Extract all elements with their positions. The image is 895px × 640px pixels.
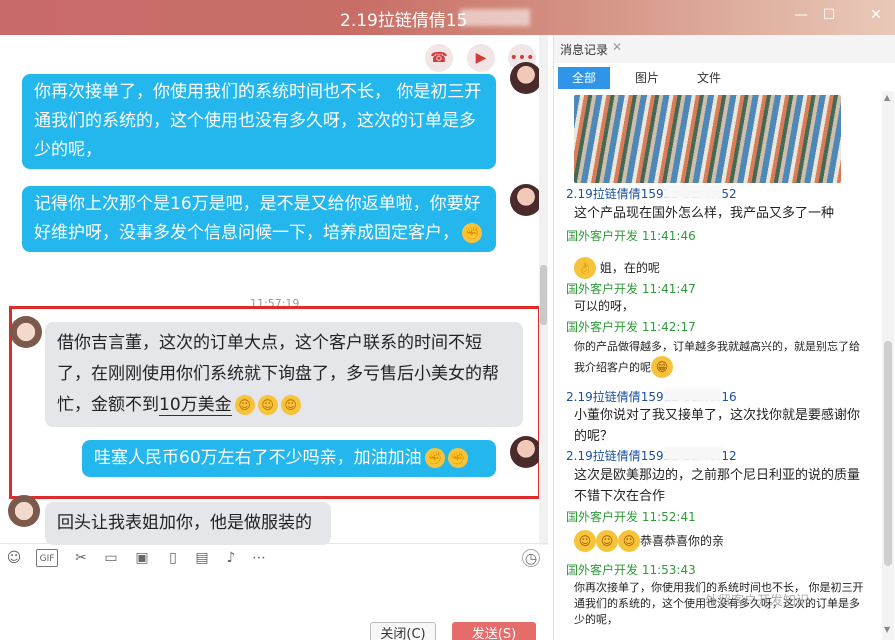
watermark: 外贸客户开发知识 (705, 594, 810, 609)
chat-scrollbar[interactable] (539, 35, 548, 545)
message-bubble: 回头让我表姐加你，他是做服装的 (45, 502, 331, 545)
message-bubble: 记得你上次那个是16万是吧，是不是又给你返单啦，你要好好维护呀，没事多发个信息问… (22, 186, 496, 252)
message-text: 借你吉言董，这次的订单大点，这个客户联系的时间不短了，在刚刚使用你们系统就下询盘… (57, 333, 499, 415)
scroll-down-icon[interactable]: ▼ (884, 625, 890, 634)
maximize-icon[interactable]: ☐ (818, 4, 840, 26)
folder-icon[interactable]: ▭ (102, 549, 120, 567)
scroll-thumb[interactable] (540, 265, 547, 325)
close-panel-icon[interactable]: ✕ (612, 40, 622, 54)
smile-emoji-icon: ☺ (234, 395, 255, 415)
video-call-icon[interactable]: ▶ (467, 44, 495, 72)
avatar[interactable] (510, 62, 542, 94)
smile-emoji-icon: ☺ (257, 395, 278, 415)
history-message: ☺ ☺ ☺ 恭喜恭喜你的亲 (574, 530, 869, 552)
history-message: 你的产品做得越多，订单越多我就越高兴的，就是别忘了给我介绍客户的呢 😁 (574, 337, 869, 378)
minimize-icon[interactable]: — (790, 4, 812, 26)
tab-images[interactable]: 图片 (626, 67, 668, 89)
message-bubble: 借你吉言董，这次的订单大点，这个客户联系的时间不短了，在刚刚使用你们系统就下询盘… (45, 322, 523, 427)
gif-icon[interactable]: GIF (36, 549, 58, 567)
history-sender: 2.19拉链倩倩15922 11:48:12 (566, 447, 737, 464)
shake-icon[interactable]: ▯ (164, 549, 182, 567)
history-scrollbar[interactable]: ▲ ▼ (882, 91, 894, 640)
grin-emoji-icon: 😁 (651, 356, 673, 378)
avatar[interactable] (8, 495, 40, 527)
close-icon[interactable]: ✕ (865, 4, 887, 26)
avatar[interactable] (510, 436, 542, 468)
history-tabs: 全部 图片 文件 (554, 65, 895, 91)
window-title: 2.19拉链倩倩15 (340, 11, 468, 31)
emoji-icon[interactable]: ☺ (5, 549, 23, 567)
music-icon[interactable]: ♪ (222, 549, 240, 567)
history-sender: 国外客户开发 11:53:43 (566, 563, 696, 577)
history-sender: 2.19拉链倩倩15922 11:40:52 (566, 185, 737, 202)
shared-image[interactable] (574, 95, 841, 183)
smile-emoji-icon: ☺ (280, 395, 301, 415)
history-message: 👌 姐，在的呢 (574, 257, 869, 279)
history-sender: 2.19拉链倩倩15912 11:43:16 (566, 388, 737, 405)
more-icon[interactable]: ⋯ (250, 549, 268, 567)
cheer-emoji-icon: ☺ (596, 530, 618, 552)
history-message: 可以的呀， (574, 299, 635, 313)
fist-emoji-icon: ✊ (424, 448, 445, 468)
close-button[interactable]: 关闭(C) (370, 622, 436, 640)
history-sender: 国外客户开发 11:41:47 (566, 282, 696, 296)
calendar-icon[interactable]: ▤ (193, 549, 211, 567)
fist-emoji-icon: ✊ (447, 448, 468, 468)
underlined-amount: 10万美金 (159, 395, 232, 416)
history-message: 这个产品现在国外怎么样，我产品又多了一种 (574, 206, 835, 221)
history-message: 这次是欧美那边的，之前那个尼日利亚的说的质量不错下次在合作 (574, 468, 861, 504)
image-icon[interactable]: ▣ (133, 549, 151, 567)
message-text: 哇塞人民币60万左右了不少吗亲，加油加油 (94, 448, 422, 468)
panel-title: 消息记录 (560, 43, 609, 57)
fist-emoji-icon: ✊ (462, 223, 482, 243)
send-button[interactable]: 发送(S) (452, 622, 536, 640)
ok-hand-emoji-icon: 👌 (574, 257, 596, 279)
message-bubble: 你再次接单了，你使用我们的系统时间也不长， 你是初三开通我们的系统的，这个使用也… (22, 74, 496, 169)
history-clock-icon[interactable]: ◷ (522, 549, 540, 567)
scroll-thumb[interactable] (884, 341, 892, 566)
history-message: 小董你说对了我又接单了，这次找你就是要感谢你的呢？ (574, 408, 861, 444)
history-sender: 国外客户开发 11:41:46 (566, 229, 696, 243)
history-sender: 国外客户开发 11:42:17 (566, 320, 696, 334)
tab-all[interactable]: 全部 (558, 67, 610, 89)
message-text: 记得你上次那个是16万是吧，是不是又给你返单啦，你要好好维护呀，没事多发个信息问… (34, 194, 481, 243)
history-sender: 国外客户开发 11:52:41 (566, 510, 696, 524)
message-bubble: 哇塞人民币60万左右了不少吗亲，加油加油 ✊ ✊ (82, 440, 496, 477)
scissors-icon[interactable]: ✂ (72, 549, 90, 567)
message-history-panel: 消息记录 ✕ 全部 图片 文件 2.19拉链倩倩15922 11:40:52 这… (553, 35, 895, 640)
title-bar: 2.19拉链倩倩15 — ☐ ✕ (0, 0, 895, 35)
input-toolbar: ☺ GIF ✂ ▭ ▣ ▯ ▤ ♪ ⋯ ◷ (0, 543, 548, 571)
avatar[interactable] (10, 316, 42, 348)
cheer-emoji-icon: ☺ (618, 530, 640, 552)
scroll-up-icon[interactable]: ▲ (884, 93, 890, 102)
cheer-emoji-icon: ☺ (574, 530, 596, 552)
voice-call-icon[interactable]: ☎ (425, 44, 453, 72)
panel-header: 消息记录 ✕ (554, 35, 895, 63)
tab-files[interactable]: 文件 (688, 67, 730, 89)
redaction-mask (460, 9, 530, 26)
avatar[interactable] (510, 184, 542, 216)
